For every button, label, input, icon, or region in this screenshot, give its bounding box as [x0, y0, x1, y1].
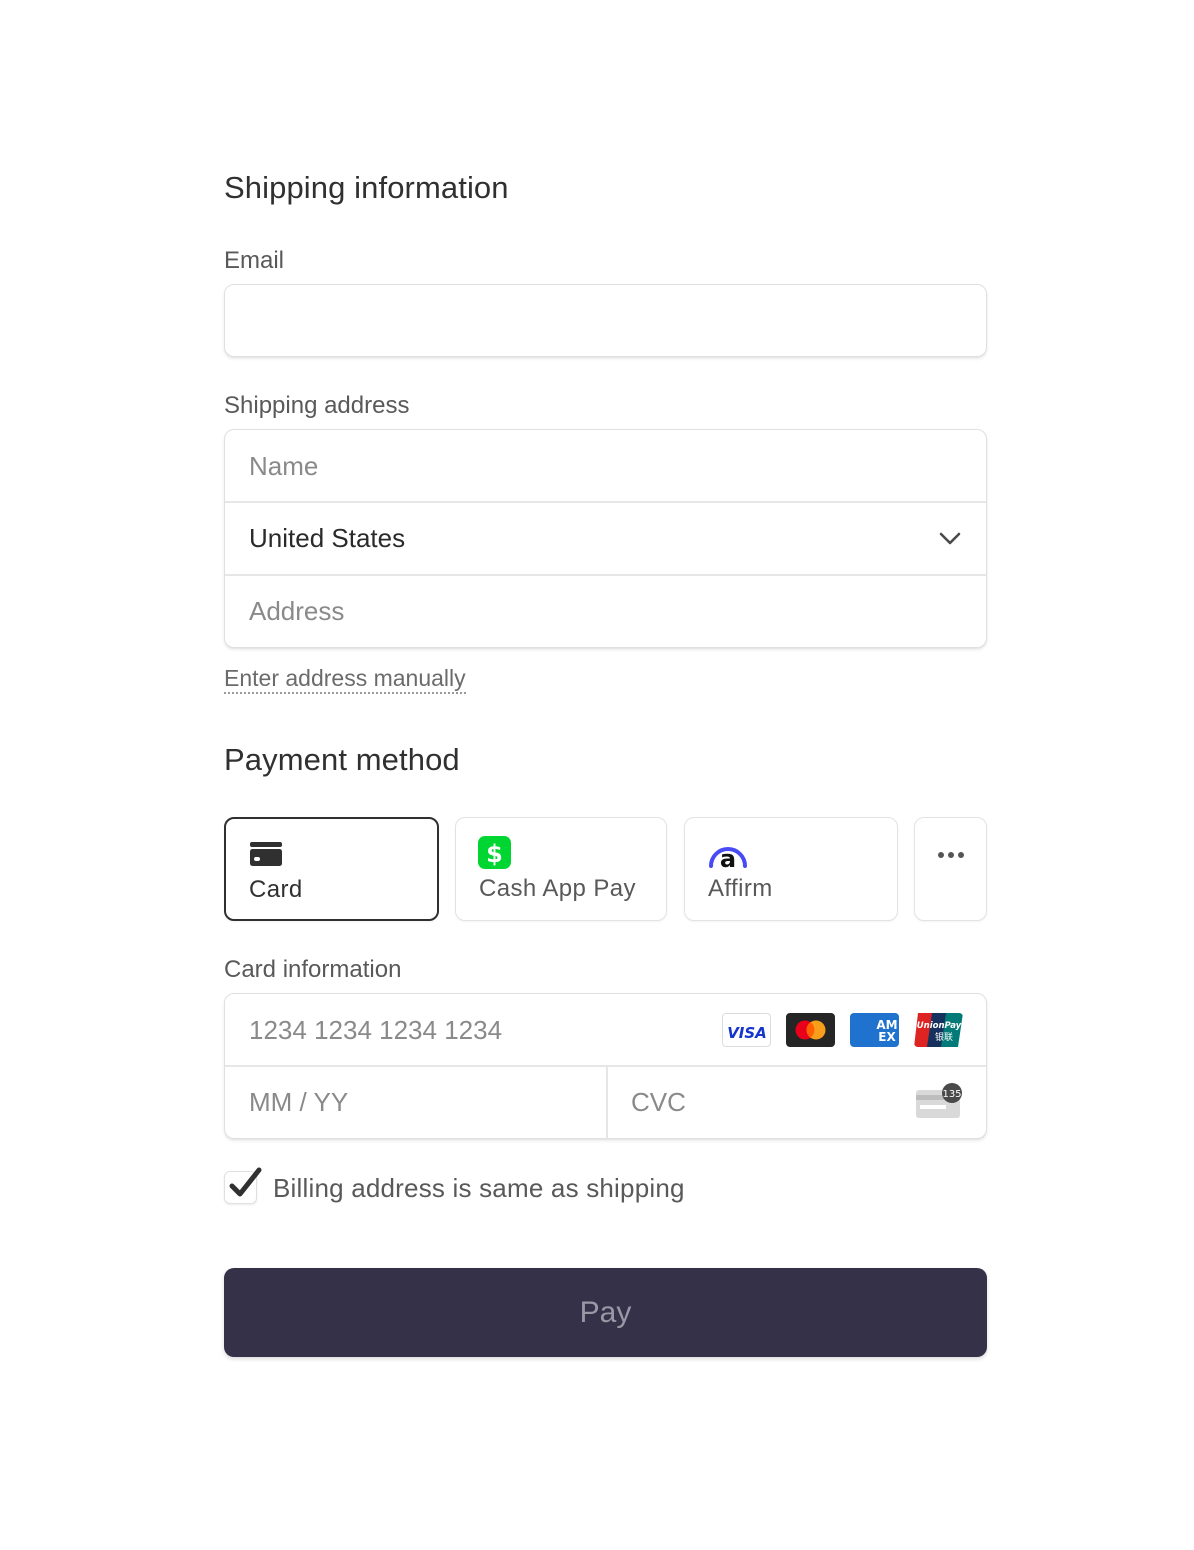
payment-tab-cash-app-pay[interactable]: $ Cash App Pay — [455, 817, 667, 921]
pay-button[interactable]: Pay — [224, 1268, 987, 1357]
cvc-hint: 135 — [942, 1089, 961, 1100]
payment-tab-card[interactable]: Card — [224, 817, 439, 921]
mastercard-icon — [786, 1013, 835, 1047]
credit-card-icon — [250, 842, 282, 866]
payment-tab-label: Cash App Pay — [479, 875, 636, 902]
payment-tab-label: Affirm — [708, 875, 773, 902]
visa-text: VISA — [727, 1024, 767, 1042]
email-label: Email — [224, 247, 285, 274]
cvc-placeholder: CVC — [631, 1086, 686, 1117]
shipping-address-group: Name United States Address — [224, 429, 987, 648]
card-number-placeholder: 1234 1234 1234 1234 — [249, 1014, 503, 1045]
country-select[interactable]: United States — [225, 502, 986, 574]
email-field[interactable] — [224, 284, 987, 357]
shipping-title: Shipping information — [224, 170, 509, 205]
more-options-icon — [938, 852, 964, 858]
svg-text:$: $ — [486, 840, 503, 868]
name-placeholder: Name — [249, 450, 319, 481]
payment-tab-more[interactable] — [914, 817, 987, 921]
country-value: United States — [249, 522, 406, 553]
address-placeholder: Address — [249, 595, 345, 626]
svg-text:a: a — [720, 845, 736, 870]
address-field[interactable]: Address — [225, 575, 986, 647]
affirm-icon: a — [709, 845, 747, 870]
name-field[interactable]: Name — [225, 430, 986, 502]
payment-title: Payment method — [224, 742, 460, 777]
chevron-down-icon — [939, 532, 961, 545]
card-information-group: 1234 1234 1234 1234 VISA AM EX UnionPay … — [224, 993, 987, 1139]
unionpay-icon: UnionPay 银联 — [914, 1013, 963, 1047]
checkmark-icon — [229, 1167, 262, 1197]
payment-tab-label: Card — [249, 876, 303, 903]
expiry-field[interactable]: MM / YY — [225, 1066, 606, 1138]
svg-text:银联: 银联 — [935, 1031, 953, 1043]
cash-app-icon: $ — [478, 836, 511, 869]
cvc-card-icon: 135 — [916, 1083, 962, 1118]
payment-tab-affirm[interactable]: a Affirm — [684, 817, 898, 921]
visa-icon: VISA — [722, 1013, 771, 1047]
billing-same-checkbox[interactable] — [224, 1167, 262, 1204]
svg-text:EX: EX — [878, 1030, 896, 1044]
card-information-label: Card information — [224, 956, 402, 983]
enter-address-manually-link[interactable]: Enter address manually — [224, 665, 466, 695]
billing-same-label: Billing address is same as shipping — [273, 1173, 685, 1203]
svg-text:UnionPay: UnionPay — [917, 1021, 962, 1031]
expiry-placeholder: MM / YY — [249, 1086, 349, 1117]
amex-icon: AM EX — [850, 1013, 899, 1047]
cvc-field[interactable]: CVC 135 — [607, 1066, 988, 1138]
shipping-address-label: Shipping address — [224, 392, 410, 419]
